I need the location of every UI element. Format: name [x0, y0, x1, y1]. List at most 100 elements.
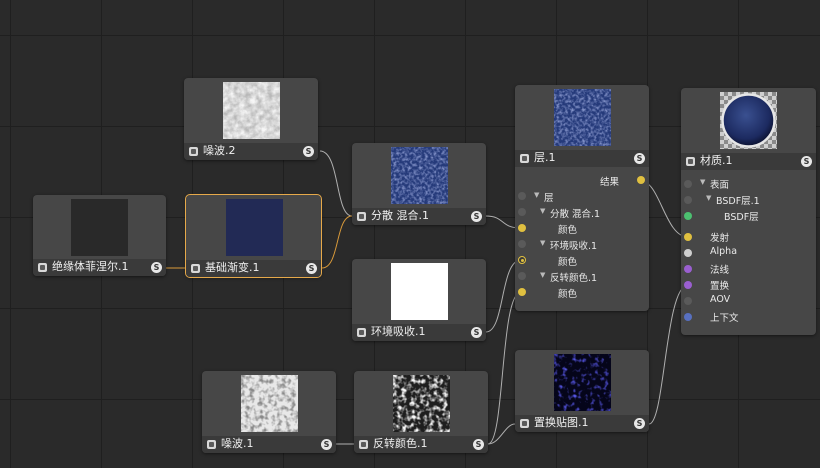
node-title-bar[interactable]: 基础渐变.1 S	[186, 260, 321, 277]
fresnel-thumbnail	[71, 199, 128, 256]
port-label: 法线	[710, 265, 730, 276]
input-port-dot[interactable]	[684, 265, 692, 273]
noise-thumbnail	[223, 82, 280, 139]
node-title-bar[interactable]: 绝缘体菲涅尔.1 S	[33, 259, 166, 276]
input-port-dot[interactable]	[518, 256, 526, 264]
node-icon	[357, 212, 366, 221]
node-title-bar[interactable]: 噪波.1 S	[202, 436, 336, 453]
input-port-dot[interactable]	[518, 192, 526, 200]
input-port-dot[interactable]	[684, 313, 692, 321]
input-port-dot[interactable]	[684, 212, 692, 220]
port-label: 环境吸收.1	[550, 241, 598, 252]
solo-button[interactable]: S	[321, 439, 332, 450]
port-scatter-color[interactable]: 颜色	[515, 221, 649, 237]
port-layer[interactable]: ▼ 层	[515, 189, 649, 205]
port-ao-color[interactable]: 颜色	[515, 253, 649, 269]
port-label: 分散 混合.1	[550, 209, 601, 220]
input-port-dot[interactable]	[518, 208, 526, 216]
input-port-dot[interactable]	[518, 240, 526, 248]
solo-button[interactable]: S	[151, 262, 162, 273]
port-context[interactable]: 上下文	[681, 309, 816, 325]
node-layer-1[interactable]: 层.1 S 结果 ▼ 层 ▼ 分散 混合.1 颜色 ▼ 环境吸收.1 颜色 ▼ …	[515, 85, 649, 311]
port-alpha[interactable]: Alpha	[681, 245, 816, 261]
node-label: 置换贴图.1	[534, 416, 589, 429]
node-label: 层.1	[534, 151, 556, 164]
solo-button[interactable]: S	[303, 146, 314, 157]
solo-button[interactable]: S	[306, 263, 317, 274]
expand-triangle-icon[interactable]: ▼	[540, 271, 545, 279]
input-port-dot[interactable]	[684, 233, 692, 241]
expand-triangle-icon[interactable]: ▼	[700, 178, 705, 186]
port-invert-group[interactable]: ▼ 反转颜色.1	[515, 269, 649, 285]
node-label: 反转颜色.1	[373, 437, 428, 450]
node-displace-1[interactable]: 置换贴图.1 S	[515, 350, 649, 432]
node-label: 环境吸收.1	[371, 325, 426, 338]
expand-triangle-icon[interactable]: ▼	[540, 239, 545, 247]
node-icon	[189, 147, 198, 156]
node-noise-2[interactable]: 噪波.2 S	[184, 78, 318, 160]
solo-button[interactable]: S	[801, 156, 812, 167]
node-title-bar[interactable]: 反转颜色.1 S	[354, 436, 488, 453]
invert-thumbnail	[393, 375, 450, 432]
port-output-result[interactable]: 结果	[515, 173, 649, 189]
node-icon	[38, 263, 47, 272]
input-port-dot[interactable]	[518, 272, 526, 280]
expand-triangle-icon[interactable]: ▼	[706, 194, 711, 202]
node-label: 材质.1	[700, 154, 733, 167]
port-normal[interactable]: 法线	[681, 261, 816, 277]
input-port-dot[interactable]	[518, 224, 526, 232]
solo-button[interactable]: S	[471, 327, 482, 338]
node-title-bar[interactable]: 噪波.2 S	[184, 143, 318, 160]
node-title-bar[interactable]: 分散 混合.1 S	[352, 208, 486, 225]
input-port-dot[interactable]	[684, 196, 692, 204]
node-icon	[520, 154, 529, 163]
port-bsdf[interactable]: BSDF层	[681, 208, 816, 224]
port-invert-color[interactable]: 颜色	[515, 285, 649, 301]
node-icon	[207, 440, 216, 449]
wire-noise2-to-scatter	[319, 150, 353, 217]
input-port-dot[interactable]	[684, 281, 692, 289]
node-title-bar[interactable]: 材质.1 S	[681, 153, 816, 170]
port-emission[interactable]: 发射	[681, 229, 816, 245]
node-label: 基础渐变.1	[205, 261, 260, 274]
node-title-bar[interactable]: 置换贴图.1 S	[515, 415, 649, 432]
port-label: 层	[544, 193, 554, 204]
wire-gradient-to-scatter	[321, 215, 353, 269]
solo-button[interactable]: S	[471, 211, 482, 222]
node-title-bar[interactable]: 环境吸收.1 S	[352, 324, 486, 341]
port-label: 上下文	[710, 313, 739, 324]
input-port-dot[interactable]	[684, 249, 692, 257]
output-port-dot[interactable]	[637, 176, 645, 184]
solo-button[interactable]: S	[634, 153, 645, 164]
port-bsdf-layer[interactable]: ▼ BSDF层.1	[681, 192, 816, 208]
expand-triangle-icon[interactable]: ▼	[540, 207, 545, 215]
port-scatter-group[interactable]: ▼ 分散 混合.1	[515, 205, 649, 221]
port-displacement[interactable]: 置换	[681, 277, 816, 293]
solo-button[interactable]: S	[634, 418, 645, 429]
node-noise-1[interactable]: 噪波.1 S	[202, 371, 336, 453]
port-label: 结果	[599, 177, 619, 188]
port-label: 颜色	[558, 289, 578, 300]
wire-invert-to-displace	[487, 423, 516, 445]
node-ao-1[interactable]: 环境吸收.1 S	[352, 259, 486, 341]
node-gradient-1[interactable]: 基础渐变.1 S	[185, 194, 322, 278]
input-port-dot[interactable]	[684, 180, 692, 188]
node-icon	[686, 157, 695, 166]
expand-triangle-icon[interactable]: ▼	[534, 191, 539, 199]
node-icon	[357, 328, 366, 337]
port-aov[interactable]: AOV	[681, 293, 816, 309]
noise-thumbnail	[241, 375, 298, 432]
node-material-1[interactable]: 材质.1 S ▼ 表面 ▼ BSDF层.1 BSDF层 发射 Alpha 法线	[681, 88, 816, 335]
node-invert-1[interactable]: 反转颜色.1 S	[354, 371, 488, 453]
input-port-dot[interactable]	[518, 288, 526, 296]
node-title-bar[interactable]: 层.1 S	[515, 150, 649, 167]
port-surface[interactable]: ▼ 表面	[681, 176, 816, 192]
node-fresnel-1[interactable]: 绝缘体菲涅尔.1 S	[33, 195, 166, 276]
node-label: 绝缘体菲涅尔.1	[52, 260, 129, 273]
solo-button[interactable]: S	[473, 439, 484, 450]
displace-thumbnail	[554, 354, 611, 411]
node-label: 分散 混合.1	[371, 209, 429, 222]
port-ao-group[interactable]: ▼ 环境吸收.1	[515, 237, 649, 253]
input-port-dot[interactable]	[684, 297, 692, 305]
node-scatter-mix-1[interactable]: 分散 混合.1 S	[352, 143, 486, 225]
